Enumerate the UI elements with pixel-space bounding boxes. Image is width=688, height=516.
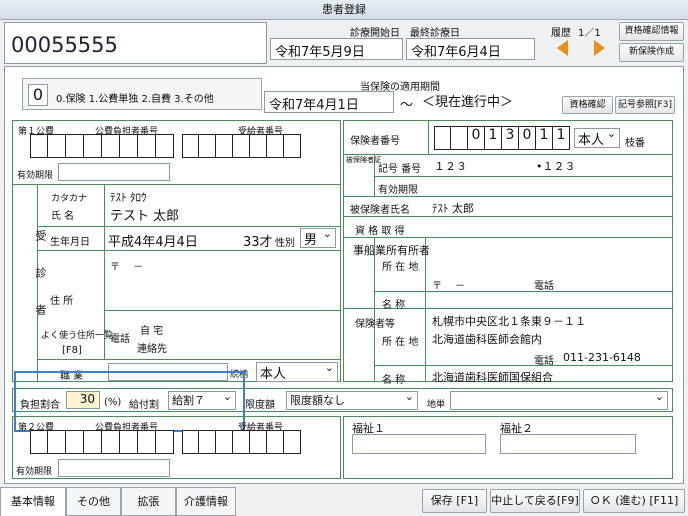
kyufu-select[interactable]: 給割７ [168,390,236,410]
kana-value[interactable]: ﾃｽﾄ ﾀﾛｳ [110,189,147,205]
kigo-label: 記号 番号 [378,164,422,175]
tab-extend[interactable]: 拡張 [121,487,176,516]
kohi1-futan-input[interactable] [30,134,176,158]
patient-postal[interactable]: 〒 － [110,258,143,273]
bangou-value[interactable]: •１２３ [536,158,576,174]
tab-basic[interactable]: 基本情報 [0,487,66,516]
kohi1-valid-field[interactable] [58,163,170,181]
tel-home-label: 自 宅 [140,326,164,337]
left-panel [12,120,341,382]
start-date-field[interactable]: 令和7年5月9日 [270,38,403,60]
job-field[interactable] [108,363,228,381]
tel-contact-label: 連絡先 [137,344,167,355]
shutoku-label: 資 格 取 得 [355,226,405,237]
window-title: 患者登録 [0,0,688,20]
tab-care[interactable]: 介護情報 [176,487,236,516]
freq-address-key: [F8] [62,345,82,356]
kigou-button[interactable]: 記号参照[F3] [615,96,675,114]
name-label: 氏 名 [51,211,75,222]
jigyo-address-label: 所 在 地 [382,262,419,273]
insured-name-label: 被保険者氏名 [350,205,410,216]
prev-arrow-icon[interactable] [557,40,568,56]
hoken-side-label: 保険者等 [355,314,395,336]
zoku-label: 続柄 [230,370,249,380]
tel-label: 電話 [110,334,130,345]
kohi2-valid-field[interactable] [58,459,170,477]
kyufu-label: 給付割 [129,400,159,411]
address-label: 住 所 [50,296,74,307]
insurance-type-input[interactable]: 0 [28,84,48,106]
kigo-value[interactable]: １２３ [434,158,467,174]
shikaku-button[interactable]: 資格確認 [562,96,613,114]
birth-label: 生年月日 [50,237,90,248]
freq-address-label[interactable]: よく使う住所一覧 [41,328,113,341]
futan-input[interactable]: 30 [66,391,100,409]
insurance-type-options: 0.保険 1.公費単独 2.自費 3.その他 [56,94,214,105]
zoku-select[interactable]: 本人 [256,361,338,382]
patient-id-box: 00055555 [4,22,267,64]
hoken-tel[interactable]: 011-231-6148 [563,351,641,364]
jigyo-postal[interactable]: 〒 － [432,277,465,292]
last-date-field[interactable]: 令和7年6月4日 [406,38,535,60]
gendo-label: 限度額 [245,400,275,411]
check-info-button[interactable]: 資格確認情報 [619,22,684,41]
hoken-tel-label: 電話 [534,356,554,367]
period-to: ＜現在進行中＞ [422,95,514,110]
job-label: 職 業 [60,371,84,382]
insurer-number-input[interactable]: 0 1 3 0 1 1 [434,126,574,150]
patient-id: 00055555 [11,33,118,57]
sex-label: 性別 [275,238,295,249]
cancel-button[interactable]: 中止して戻る[F9] [490,489,580,513]
futan-unit: (%) [104,397,122,408]
sex-select[interactable]: 男 [300,227,336,248]
hoken-name[interactable]: 北海道歯科医師国保組合 [432,369,553,385]
tab-other[interactable]: その他 [66,487,121,516]
save-button[interactable]: 保存 [F1] [422,489,487,513]
kohi1-jukyu-input[interactable] [182,134,302,158]
hoken-name-label: 名 称 [382,375,406,386]
insured-side-label: 被保険者証 [346,156,381,164]
chiban-select[interactable] [450,390,668,410]
kohi1-valid-label: 有効期限 [17,171,54,181]
next-arrow-icon[interactable] [594,40,605,56]
chiban-label: 地単 [427,400,446,410]
jigyo-side-label: 事船業所有所者 [353,244,430,258]
history-page: 1／1 [578,28,601,39]
new-insurance-button[interactable]: 新保険作成 [619,43,684,62]
kohi2-jukyu-input[interactable] [182,430,302,454]
gendo-select[interactable]: 限度額なし [286,390,418,410]
jigyo-name-label: 名 称 [382,300,406,311]
age-value: 33才 [243,235,273,250]
history-label: 履歴 [551,28,571,39]
period-tilde: ～ [400,98,414,113]
kana-label: カタカナ [51,194,88,204]
hoken-address1[interactable]: 札幌市中央区北１条東９－１１ [432,313,586,329]
ok-button[interactable]: ＯＫ (進む) [F11] [583,489,685,513]
futan-label: 負担割合 [20,400,60,411]
insurer-number-label: 保険者番号 [350,136,400,147]
relation-select[interactable]: 本人 [574,127,620,148]
kohi2-valid-label: 有効期限 [16,467,53,477]
kohi2-futan-input[interactable] [30,430,176,454]
name-value[interactable]: テスト 太郎 [110,205,179,224]
last-date-label: 最終診療日 [410,28,460,39]
insured-valid-label: 有効期限 [378,185,418,196]
fukushi1-field[interactable] [352,434,486,454]
patient-side-label: 受診者 [34,230,47,341]
fukushi2-field[interactable] [500,434,636,454]
start-date-label: 診療開始日 [350,28,400,39]
hoken-address-label: 所 在 地 [382,337,419,348]
period-from-field[interactable]: 令和7年4月1日 [264,91,394,113]
jigyo-tel-label: 電話 [534,281,554,292]
birth-value[interactable]: 平成4年4月4日 [108,231,198,250]
insured-name-value[interactable]: ﾃｽﾄ 太郎 [432,200,474,216]
edaban-label: 枝番 [625,138,645,149]
hoken-address2[interactable]: 北海道歯科医師会館内 [432,331,542,347]
